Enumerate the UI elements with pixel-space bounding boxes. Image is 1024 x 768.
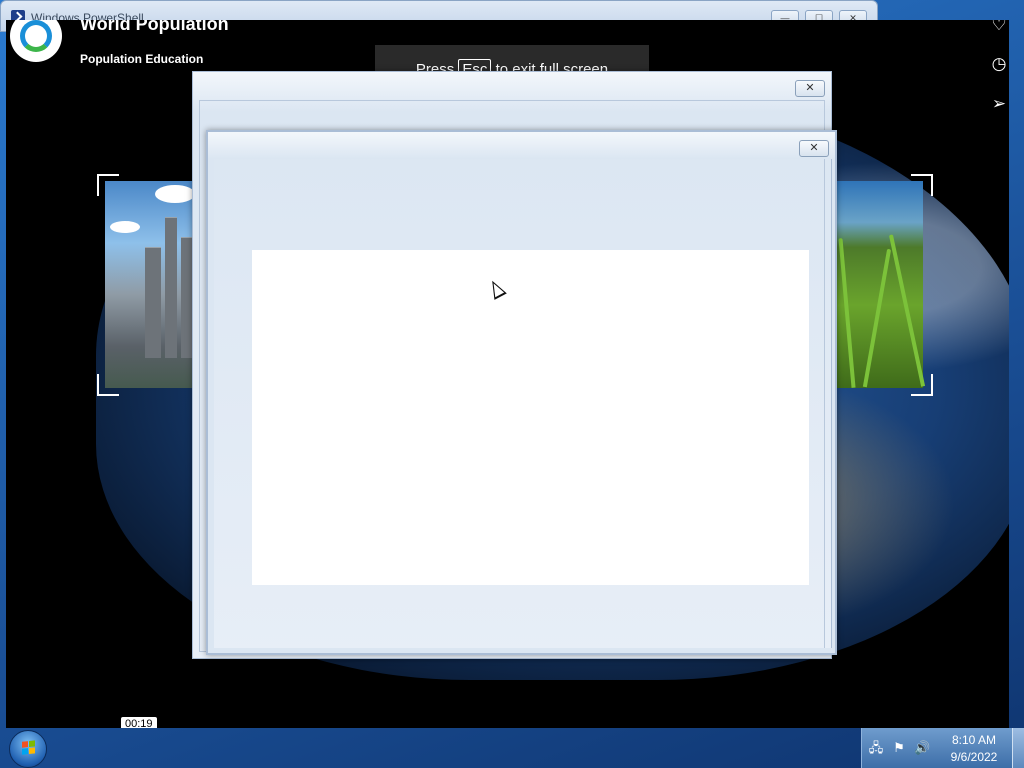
clock-date[interactable]: 9/6/2022	[937, 750, 1011, 764]
send-icon[interactable]: ➢	[988, 93, 1009, 115]
action-center-icon[interactable]: ⚑	[891, 740, 907, 756]
network-icon[interactable]: 🖧	[868, 740, 884, 756]
heart-icon[interactable]: ♡	[988, 20, 1009, 36]
start-button[interactable]	[5, 728, 49, 768]
clock-time[interactable]: 8:10 AM	[937, 733, 1011, 747]
dialog-close-button[interactable]: ✕	[799, 140, 829, 157]
windows-logo-icon	[9, 730, 47, 768]
video-title[interactable]: World Population	[80, 20, 229, 35]
dialog-titlebar[interactable]	[208, 132, 835, 159]
dialog-content-panel[interactable]	[252, 250, 809, 585]
dialog-close-button[interactable]: ✕	[795, 80, 825, 97]
dialog-titlebar[interactable]	[193, 72, 831, 100]
dialog-right-border	[832, 159, 835, 653]
seek-time-tooltip: 00:19	[121, 717, 157, 728]
channel-name[interactable]: Population Education	[80, 52, 203, 66]
show-desktop-button[interactable]	[1012, 728, 1024, 768]
system-tray: 🖧 ⚑ 🔊 8:10 AM 9/6/2022	[861, 728, 1024, 768]
channel-logo[interactable]	[10, 20, 62, 62]
dialog-bottom-border	[208, 648, 835, 653]
clock-icon[interactable]: ◷	[988, 53, 1009, 75]
dialog-left-border	[208, 159, 214, 653]
volume-icon[interactable]: 🔊	[914, 740, 930, 756]
